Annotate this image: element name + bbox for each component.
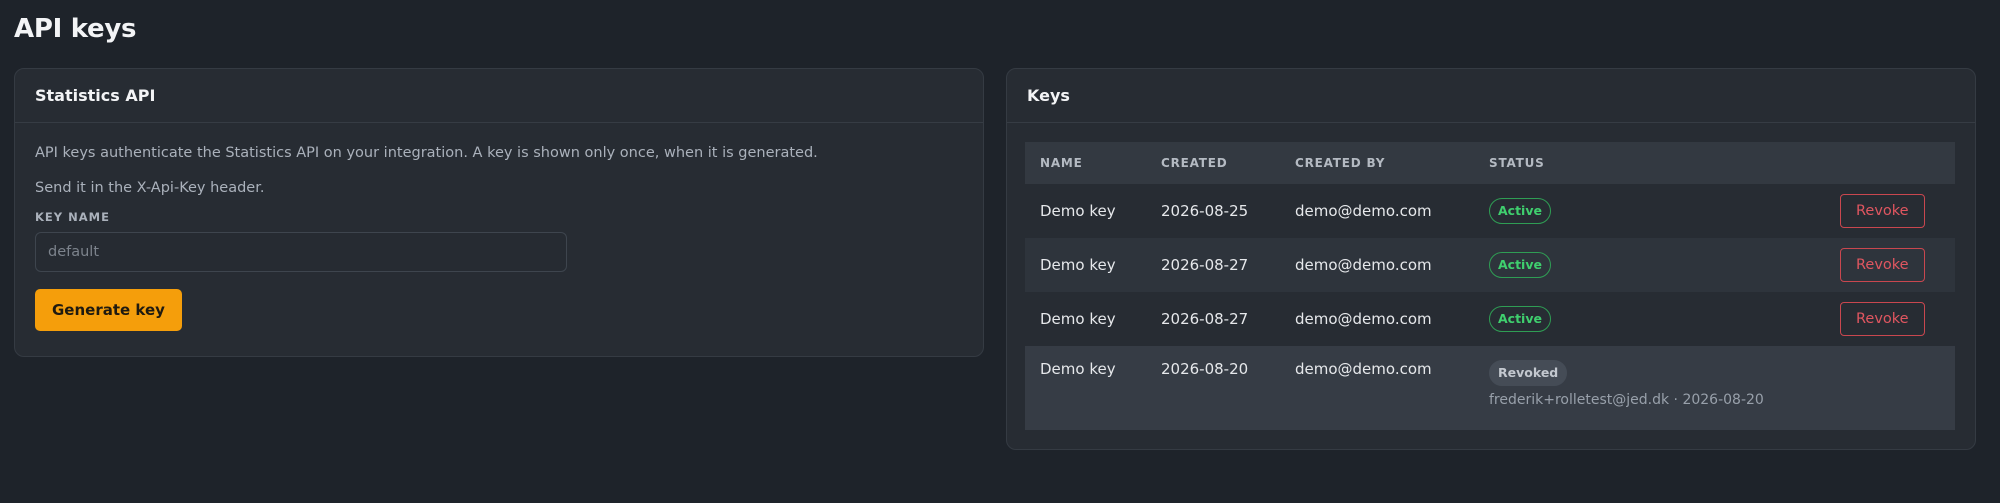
column-header-name: NAME bbox=[1040, 156, 1083, 170]
column-header-created: CREATED bbox=[1161, 156, 1228, 170]
revoke-button[interactable]: Revoke bbox=[1840, 248, 1925, 282]
status-badge-active: Active bbox=[1489, 198, 1551, 224]
action-cell: Revoke bbox=[1825, 184, 1955, 238]
status-badge-revoked: Revoked bbox=[1489, 360, 1568, 386]
keys-table-wrapper: NAME CREATED CREATED BY STATUS Demo key … bbox=[1025, 142, 1955, 430]
created-by-cell: demo@demo.com bbox=[1295, 202, 1432, 220]
table-row: Demo key 2026-08-27 demo@demo.com Active… bbox=[1025, 238, 1955, 292]
page-title: API keys bbox=[14, 14, 137, 44]
table-row: Demo key 2026-08-20 demo@demo.com Revoke… bbox=[1025, 346, 1955, 430]
statistics-api-card-title: Statistics API bbox=[15, 69, 983, 123]
created-date-cell: 2026-08-25 bbox=[1161, 202, 1249, 220]
status-badge-active: Active bbox=[1489, 252, 1551, 278]
column-header-created-by: CREATED BY bbox=[1295, 156, 1386, 170]
action-cell: Revoke bbox=[1825, 238, 1955, 292]
header-instruction: Send it in the X-Api-Key header. bbox=[35, 180, 265, 196]
key-name-cell: Demo key bbox=[1040, 360, 1116, 378]
table-row: Demo key 2026-08-27 demo@demo.com Active… bbox=[1025, 292, 1955, 346]
key-name-cell: Demo key bbox=[1040, 202, 1116, 220]
key-name-input[interactable] bbox=[35, 232, 567, 272]
statistics-api-card-body: API keys authenticate the Statistics API… bbox=[15, 123, 983, 351]
statistics-description: API keys authenticate the Statistics API… bbox=[35, 145, 818, 161]
key-name-cell: Demo key bbox=[1040, 310, 1116, 328]
keys-card-title: Keys bbox=[1007, 69, 1975, 123]
key-name-label: KEY NAME bbox=[35, 210, 110, 224]
revoke-button[interactable]: Revoke bbox=[1840, 302, 1925, 336]
keys-table: NAME CREATED CREATED BY STATUS Demo key … bbox=[1025, 142, 1955, 430]
status-badge-active: Active bbox=[1489, 306, 1551, 332]
action-cell: Revoke bbox=[1825, 292, 1955, 346]
created-date-cell: 2026-08-27 bbox=[1161, 310, 1249, 328]
column-header-status: STATUS bbox=[1489, 156, 1545, 170]
created-by-cell: demo@demo.com bbox=[1295, 256, 1432, 274]
created-date-cell: 2026-08-20 bbox=[1161, 360, 1249, 378]
keys-table-header: NAME CREATED CREATED BY STATUS bbox=[1025, 142, 1955, 184]
created-by-cell: demo@demo.com bbox=[1295, 360, 1432, 378]
created-date-cell: 2026-08-27 bbox=[1161, 256, 1249, 274]
statistics-api-card: Statistics API API keys authenticate the… bbox=[14, 68, 984, 357]
status-cell: Revoked frederik+rolletest@jed.dk · 2026… bbox=[1474, 346, 1955, 430]
revoked-by-info: frederik+rolletest@jed.dk · 2026-08-20 bbox=[1489, 392, 1764, 408]
column-header-actions bbox=[1825, 142, 1955, 184]
status-cell: Active bbox=[1474, 292, 1825, 346]
keys-card: Keys NAME CREATED CREATED BY STATUS Demo… bbox=[1006, 68, 1976, 450]
revoke-button[interactable]: Revoke bbox=[1840, 194, 1925, 228]
status-cell: Active bbox=[1474, 184, 1825, 238]
key-name-cell: Demo key bbox=[1040, 256, 1116, 274]
status-cell: Active bbox=[1474, 238, 1825, 292]
created-by-cell: demo@demo.com bbox=[1295, 310, 1432, 328]
table-row: Demo key 2026-08-25 demo@demo.com Active… bbox=[1025, 184, 1955, 238]
generate-key-button[interactable]: Generate key bbox=[35, 289, 182, 331]
